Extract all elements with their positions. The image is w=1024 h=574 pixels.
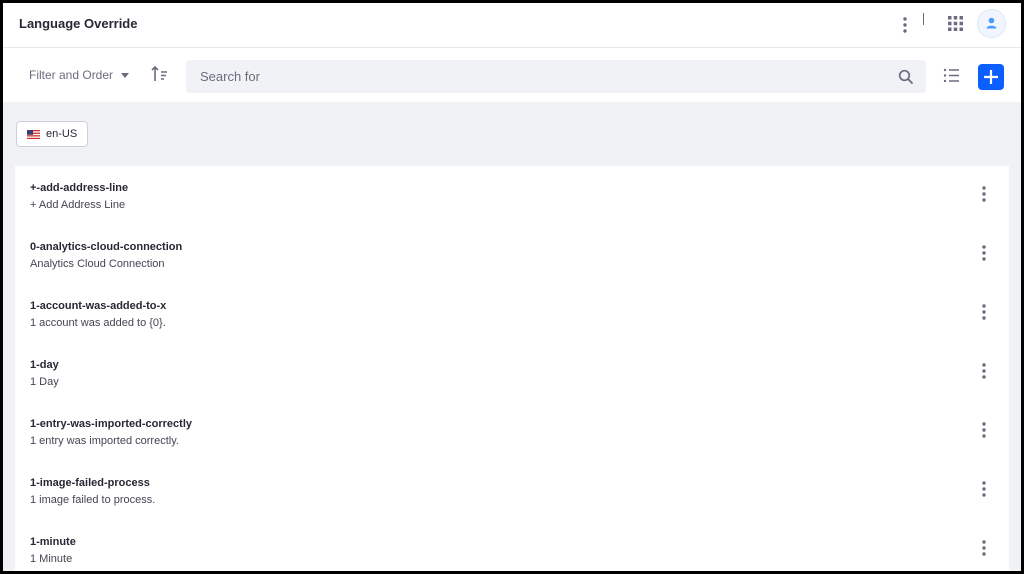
page-header: Language Override: [3, 3, 1021, 48]
language-value: 1 Day: [30, 376, 59, 388]
language-key-list: +-add-address-line + Add Address Line 0-…: [15, 166, 1009, 571]
language-value: 1 image failed to process.: [30, 494, 156, 506]
filter-and-order-dropdown[interactable]: Filter and Order: [19, 62, 139, 88]
page-title: Language Override: [19, 16, 138, 31]
language-key: +-add-address-line: [30, 182, 129, 194]
search-icon[interactable]: [898, 69, 914, 85]
list-item[interactable]: 0-analytics-cloud-connection Analytics C…: [15, 225, 1009, 284]
app-frame: Language Override Filter and Order Searc…: [3, 3, 1021, 571]
list-item[interactable]: 1-minute 1 Minute: [15, 520, 1009, 571]
kebab-icon[interactable]: [977, 183, 991, 205]
filter-and-order-label: Filter and Order: [29, 68, 114, 82]
kebab-icon[interactable]: [977, 360, 991, 382]
kebab-icon[interactable]: [977, 537, 991, 559]
user-icon: [986, 17, 997, 29]
language-key: 1-minute: [30, 536, 76, 548]
apps-grid-icon[interactable]: [947, 15, 964, 32]
list-view-icon[interactable]: [943, 67, 960, 84]
caret-down-icon: [121, 72, 130, 78]
add-button[interactable]: [978, 64, 1004, 90]
language-key: 1-day: [30, 359, 59, 371]
list-item[interactable]: 1-image-failed-process 1 image failed to…: [15, 461, 1009, 520]
plus-icon: [984, 70, 998, 84]
us-flag-icon: [27, 129, 40, 139]
language-key: 0-analytics-cloud-connection: [30, 241, 183, 253]
kebab-icon[interactable]: [977, 419, 991, 441]
search-input[interactable]: [186, 60, 886, 93]
kebab-icon[interactable]: [977, 242, 991, 264]
language-value: + Add Address Line: [30, 199, 126, 211]
language-key: 1-image-failed-process: [30, 477, 150, 489]
kebab-icon[interactable]: [900, 14, 910, 36]
search-bar: [186, 60, 926, 93]
language-value: 1 entry was imported correctly.: [30, 435, 179, 447]
language-key: 1-entry-was-imported-correctly: [30, 418, 192, 430]
locale-label: en-US: [46, 128, 78, 140]
sort-icon[interactable]: [150, 64, 170, 84]
management-toolbar: Filter and Order: [3, 48, 1021, 102]
list-item[interactable]: +-add-address-line + Add Address Line: [15, 166, 1009, 225]
list-item[interactable]: 1-day 1 Day: [15, 343, 1009, 402]
avatar[interactable]: [977, 9, 1006, 38]
kebab-icon[interactable]: [977, 301, 991, 323]
language-key: 1-account-was-added-to-x: [30, 300, 167, 312]
header-divider: [923, 13, 924, 25]
list-item[interactable]: 1-entry-was-imported-correctly 1 entry w…: [15, 402, 1009, 461]
kebab-icon[interactable]: [977, 478, 991, 500]
list-item[interactable]: 1-account-was-added-to-x 1 account was a…: [15, 284, 1009, 343]
locale-selector[interactable]: en-US: [16, 121, 88, 147]
language-value: Analytics Cloud Connection: [30, 258, 165, 270]
language-value: 1 account was added to {0}.: [30, 317, 166, 329]
language-value: 1 Minute: [30, 553, 73, 565]
